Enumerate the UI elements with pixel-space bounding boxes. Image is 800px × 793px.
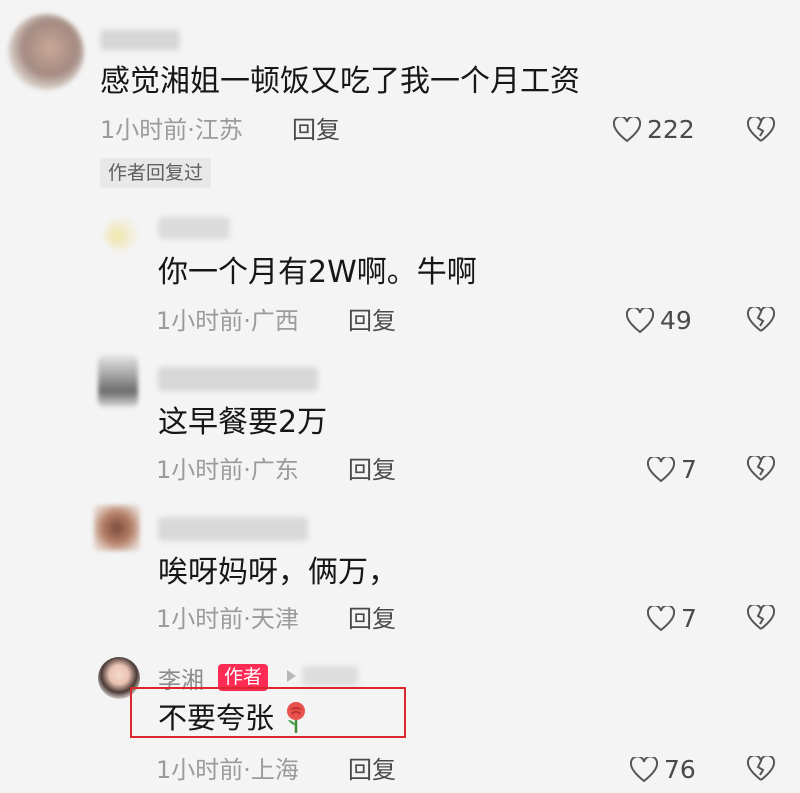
broken-heart-icon[interactable] bbox=[746, 605, 776, 631]
reply-button[interactable]: 回复 bbox=[348, 605, 396, 633]
comment-2: 你一个月有2W啊。牛啊 1小时前·广西 回复 49 bbox=[0, 195, 800, 345]
comment-meta: 1小时前·天津 bbox=[156, 605, 299, 633]
comment-text: 感觉湘姐一顿饭又吃了我一个月工资 bbox=[100, 64, 580, 99]
comment-meta: 1小时前·广东 bbox=[156, 456, 299, 484]
username-blurred bbox=[158, 217, 230, 239]
comment-3: 这早餐要2万 1小时前·广东 回复 7 bbox=[0, 345, 800, 495]
username-blurred bbox=[158, 367, 318, 391]
username-blurred bbox=[302, 666, 358, 686]
like-button[interactable]: 7 bbox=[647, 604, 697, 633]
comment-text: 唉呀妈呀，俩万， bbox=[158, 555, 398, 590]
comment-meta: 1小时前·广西 bbox=[156, 307, 299, 335]
avatar[interactable] bbox=[98, 355, 138, 407]
like-button[interactable]: 76 bbox=[630, 755, 696, 784]
like-count: 76 bbox=[664, 755, 696, 784]
comment-text: 你一个月有2W啊。牛啊 bbox=[158, 255, 477, 290]
like-count: 7 bbox=[681, 455, 697, 484]
comment-meta: 1小时前·江苏 bbox=[100, 116, 243, 144]
broken-heart-icon[interactable] bbox=[746, 307, 776, 333]
author-replied-tag: 作者回复过 bbox=[100, 158, 212, 188]
like-button[interactable]: 49 bbox=[626, 306, 692, 335]
username-blurred bbox=[158, 517, 308, 541]
like-button[interactable]: 222 bbox=[613, 115, 695, 144]
username-blurred bbox=[100, 30, 180, 50]
comment-1: 感觉湘姐一顿饭又吃了我一个月工资 1小时前·江苏 回复 222 作者回复过 bbox=[0, 0, 800, 195]
heart-outline-icon bbox=[630, 756, 658, 782]
like-count: 49 bbox=[660, 306, 692, 335]
comment-meta: 1小时前·上海 bbox=[156, 756, 299, 784]
heart-outline-icon bbox=[626, 307, 654, 333]
broken-heart-icon[interactable] bbox=[746, 117, 776, 143]
reply-arrow-icon bbox=[287, 670, 296, 682]
like-button[interactable]: 7 bbox=[647, 455, 697, 484]
reply-button[interactable]: 回复 bbox=[292, 116, 340, 144]
comment-4: 唉呀妈呀，俩万， 1小时前·天津 回复 7 bbox=[0, 495, 800, 645]
reply-button[interactable]: 回复 bbox=[348, 756, 396, 784]
broken-heart-icon[interactable] bbox=[746, 756, 776, 782]
avatar[interactable] bbox=[8, 14, 84, 90]
highlight-box bbox=[130, 687, 406, 738]
avatar[interactable] bbox=[104, 217, 138, 251]
comment-text: 这早餐要2万 bbox=[158, 405, 328, 440]
heart-outline-icon bbox=[613, 116, 641, 142]
reply-button[interactable]: 回复 bbox=[348, 456, 396, 484]
heart-outline-icon bbox=[647, 605, 675, 631]
like-count: 222 bbox=[647, 115, 695, 144]
broken-heart-icon[interactable] bbox=[746, 456, 776, 482]
reply-button[interactable]: 回复 bbox=[348, 307, 396, 335]
heart-outline-icon bbox=[647, 456, 675, 482]
like-count: 7 bbox=[681, 604, 697, 633]
avatar[interactable] bbox=[94, 505, 140, 551]
